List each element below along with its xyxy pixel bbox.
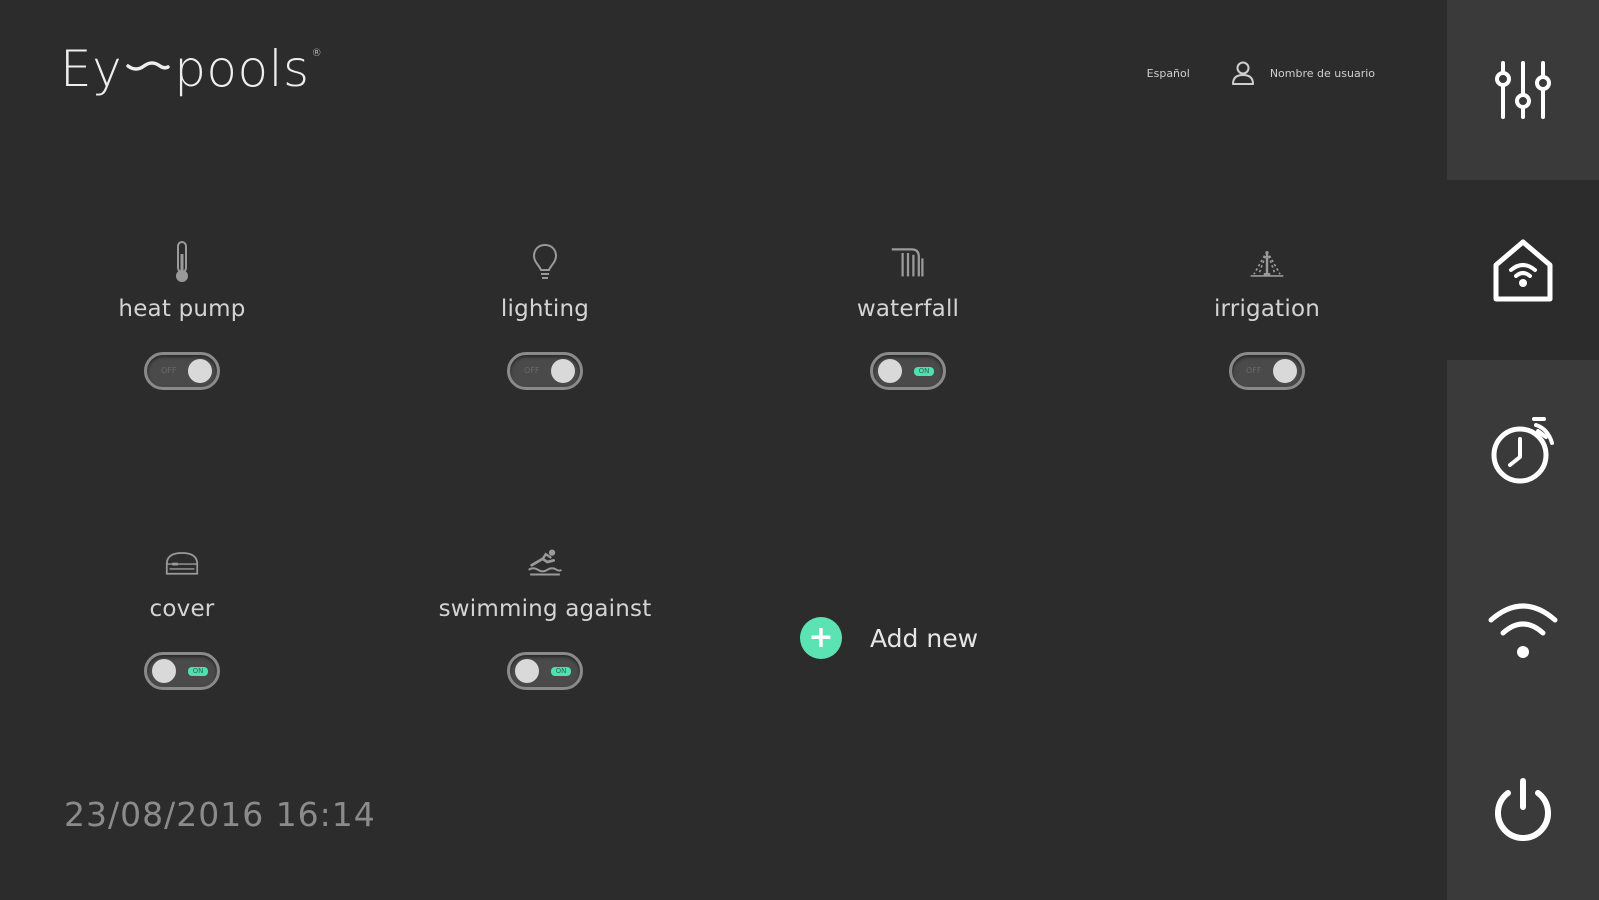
add-new-label: Add new — [870, 623, 979, 653]
toggle-switch[interactable]: OFF — [1229, 352, 1305, 390]
toggle-switch[interactable]: ON — [870, 352, 946, 390]
user-menu[interactable]: Nombre de usuario — [1230, 60, 1375, 86]
wifi-icon — [1488, 603, 1558, 658]
toggle-knob — [188, 359, 212, 383]
device-card-lighting: lighting OFF — [415, 240, 675, 390]
power-icon — [1495, 778, 1551, 841]
logo-text-left: Ey — [60, 40, 123, 98]
device-label: cover — [149, 596, 215, 622]
device-card-waterfall: waterfall ON — [778, 240, 1038, 390]
toggle-state: OFF — [161, 366, 177, 375]
waterfall-icon — [890, 240, 926, 284]
toggle-switch[interactable]: ON — [507, 652, 583, 690]
device-card-heat-pump: heat pump OFF — [52, 240, 312, 390]
device-card-swimming-against: swimming against ON — [415, 540, 675, 690]
add-new-button[interactable]: + Add new — [800, 617, 978, 659]
smart-home-icon — [1493, 239, 1553, 302]
plus-icon: + — [800, 617, 842, 659]
username-label: Nombre de usuario — [1269, 66, 1375, 80]
toggle-state: OFF — [524, 366, 540, 375]
sidebar-item-timer[interactable] — [1447, 360, 1599, 540]
sidebar-item-wifi[interactable] — [1447, 540, 1599, 720]
device-label: heat pump — [118, 296, 246, 322]
timer-icon — [1491, 417, 1554, 484]
toggle-state: ON — [188, 667, 208, 676]
device-label: swimming against — [438, 596, 652, 622]
device-card-irrigation: irrigation OFF — [1137, 240, 1397, 390]
toggle-state: ON — [551, 667, 571, 676]
light-bulb-icon — [527, 240, 563, 284]
toggle-switch[interactable]: OFF — [507, 352, 583, 390]
main-panel: Ey pools ® Español Nombre de usuario hea… — [0, 0, 1447, 900]
wave-icon — [126, 61, 170, 71]
toggle-knob — [152, 659, 176, 683]
thermometer-icon — [164, 240, 200, 284]
toggle-knob — [551, 359, 575, 383]
device-label: irrigation — [1213, 296, 1321, 322]
toggle-state: OFF — [1246, 366, 1262, 375]
sliders-icon — [1495, 61, 1551, 119]
pool-cover-icon — [164, 540, 200, 584]
brand-logo: Ey pools ® — [60, 40, 322, 110]
toggle-knob — [878, 359, 902, 383]
device-label: lighting — [500, 296, 590, 322]
language-selector[interactable]: Español — [1147, 67, 1190, 80]
sidebar-item-home[interactable] — [1447, 180, 1599, 360]
irrigation-icon — [1249, 240, 1285, 284]
toggle-knob — [515, 659, 539, 683]
registered-mark: ® — [311, 48, 323, 59]
sidebar — [1447, 0, 1599, 900]
device-card-cover: cover ON — [52, 540, 312, 690]
app-window: Ey pools ® Español Nombre de usuario hea… — [0, 0, 1599, 900]
user-icon — [1231, 61, 1254, 85]
datetime-display: 23/08/2016 16:14 — [64, 795, 376, 834]
toggle-switch[interactable]: OFF — [144, 352, 220, 390]
swimmer-icon — [527, 540, 563, 584]
logo-text-right: pools — [174, 40, 310, 98]
sidebar-item-power[interactable] — [1447, 720, 1599, 900]
header-right: Español Nombre de usuario — [1147, 60, 1375, 86]
device-label: waterfall — [856, 296, 960, 322]
toggle-knob — [1273, 359, 1297, 383]
toggle-state: ON — [914, 367, 934, 376]
toggle-switch[interactable]: ON — [144, 652, 220, 690]
sidebar-item-settings[interactable] — [1447, 0, 1599, 180]
